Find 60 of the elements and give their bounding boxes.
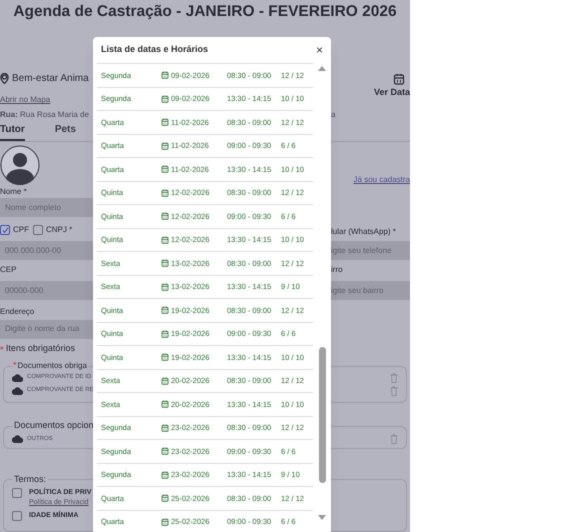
map-pin-icon	[0, 73, 9, 84]
required-note: Itens obrigatórios	[6, 342, 75, 356]
dates-button[interactable]: Ver Data	[374, 86, 410, 98]
required-asterisk-icon: *	[13, 361, 17, 370]
field-label: Endereço	[0, 306, 34, 318]
calendar-icon	[161, 447, 169, 456]
calendar-icon	[393, 72, 405, 85]
trash-icon[interactable]	[390, 372, 398, 383]
calendar-icon	[161, 306, 169, 314]
calendar-icon	[161, 424, 169, 432]
tab[interactable]: Pets	[54, 122, 76, 142]
scroll-up-icon[interactable]	[318, 66, 326, 71]
checkbox[interactable]	[12, 510, 22, 521]
calendar-icon	[161, 376, 169, 385]
map-link[interactable]: Abrir no Mapa	[0, 95, 50, 104]
checkbox-label: CNPJ *	[46, 224, 72, 236]
calendar-icon	[161, 236, 169, 244]
calendar-icon	[161, 212, 169, 220]
calendar-icon	[161, 165, 169, 174]
calendar-icon	[161, 94, 169, 103]
field-label: lular (WhatsApp) *	[331, 227, 396, 236]
trash-icon[interactable]	[390, 386, 398, 396]
calendar-icon	[161, 71, 169, 80]
calendar-icon	[161, 470, 169, 479]
scroll-down-icon[interactable]	[318, 515, 326, 520]
calendar-icon	[161, 259, 169, 268]
upload-cloud-icon[interactable]	[12, 435, 23, 444]
field-label: Nome *	[0, 186, 27, 198]
upload-cloud-icon[interactable]	[12, 386, 23, 395]
calendar-icon	[161, 330, 169, 338]
address-text: Rua: Rua Rosa Maria de	[0, 110, 89, 120]
checkbox[interactable]	[33, 225, 43, 236]
calendar-icon	[161, 494, 169, 502]
field-label: CEP	[0, 265, 16, 274]
checkbox[interactable]	[0, 225, 10, 236]
field-label: irro	[331, 265, 343, 274]
tab[interactable]: Tutor	[0, 122, 25, 142]
modal-title: Lista de datas e Horários	[101, 43, 208, 56]
scroll-thumb[interactable]	[318, 347, 326, 483]
trash-icon[interactable]	[390, 434, 398, 444]
calendar-icon	[161, 118, 169, 126]
address-text: a	[331, 110, 336, 120]
calendar-icon	[161, 142, 169, 150]
location-name: Bem-estar Anima	[12, 72, 89, 86]
section-legend: Documentos obriga	[18, 360, 87, 372]
checkbox[interactable]	[12, 488, 22, 498]
checkmark-icon	[2, 226, 8, 234]
calendar-icon	[161, 188, 169, 197]
calendar-icon	[161, 282, 169, 291]
required-asterisk-icon: *	[0, 346, 4, 356]
calendar-icon	[161, 353, 169, 362]
calendar-icon	[161, 400, 169, 408]
close-button[interactable]: ×	[316, 44, 323, 56]
upload-cloud-icon[interactable]	[12, 374, 23, 382]
login-link[interactable]: Já sou cadastra	[354, 175, 410, 184]
avatar-silhouette	[0, 145, 40, 186]
checkbox-label: CPF	[13, 224, 29, 236]
calendar-icon	[161, 518, 169, 526]
section-legend: Documentos opcion	[12, 419, 96, 433]
page-title: Agenda de Castração - JANEIRO - FEVEREIRO 2026	[13, 2, 397, 22]
